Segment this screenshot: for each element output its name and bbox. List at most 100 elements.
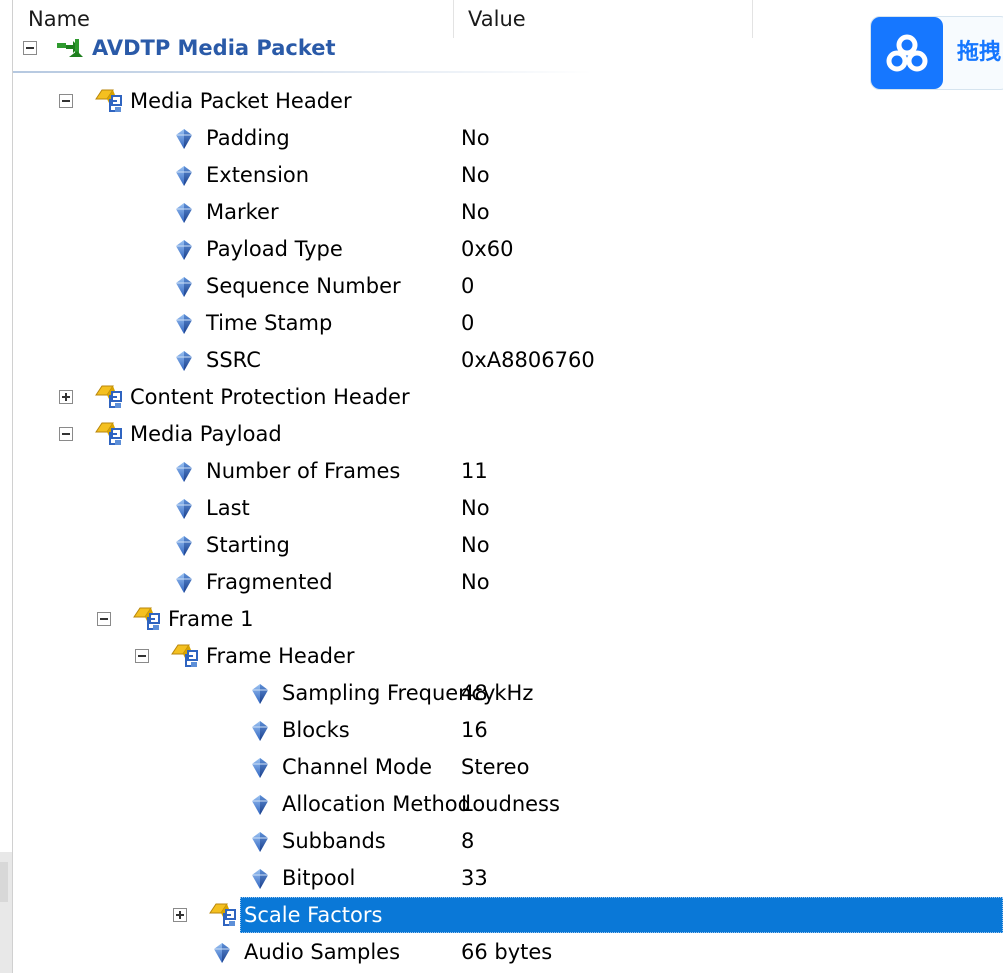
tree-field-icon	[212, 942, 232, 968]
tree-node-field[interactable]: Sequence Number 0	[13, 268, 1003, 305]
left-panel-edge	[0, 0, 13, 973]
tree-node-field[interactable]: Payload Type 0x60	[13, 231, 1003, 268]
tree-label: Time Stamp	[206, 311, 333, 335]
tree-field-icon	[250, 757, 270, 783]
tree-node-field[interactable]: Fragmented No	[13, 564, 1003, 601]
tree-node-field[interactable]: Bitpool 33	[13, 860, 1003, 897]
tree-value: 8	[461, 829, 475, 853]
tree-node-field[interactable]: Allocation Method Loudness	[13, 786, 1003, 823]
collapse-toggle[interactable]	[135, 649, 149, 663]
tree-node-field[interactable]: Last No	[13, 490, 1003, 527]
tree-node-field[interactable]: Channel Mode Stereo	[13, 749, 1003, 786]
tree-label: Padding	[206, 126, 290, 150]
tree-label: Blocks	[282, 718, 350, 742]
tree-label: Frame 1	[168, 607, 254, 631]
tree-node-field[interactable]: Starting No	[13, 527, 1003, 564]
tree-field-icon	[174, 239, 194, 265]
expand-toggle[interactable]	[173, 908, 187, 922]
tree-value: 48 kHz	[461, 681, 534, 705]
tree-node-field[interactable]: Number of Frames 11	[13, 453, 1003, 490]
tree-label: Sequence Number	[206, 274, 401, 298]
tree-field-icon	[174, 498, 194, 524]
tree-group-icon	[93, 87, 125, 117]
tree-label: Media Packet Header	[130, 89, 352, 113]
tree-label: Starting	[206, 533, 290, 557]
tree-value: No	[461, 163, 490, 187]
tree-root-avdtp[interactable]: AVDTP Media Packet	[13, 30, 1003, 67]
tree-field-icon	[174, 128, 194, 154]
tree-node-field[interactable]: Sampling Frequency 48 kHz	[13, 675, 1003, 712]
tree-label: Allocation Method	[282, 792, 471, 816]
root-underline	[13, 71, 593, 73]
tree-field-icon	[174, 461, 194, 487]
tree-value: 0	[461, 311, 475, 335]
tree-field-icon	[174, 535, 194, 561]
tree-label: Bitpool	[282, 866, 356, 890]
tree-field-icon	[250, 683, 270, 709]
tree-label: Scale Factors	[244, 903, 383, 927]
tree-label: AVDTP Media Packet	[92, 36, 336, 60]
tree-group-icon	[93, 383, 125, 413]
collapse-toggle[interactable]	[59, 427, 73, 441]
tree-group-icon	[207, 901, 239, 931]
tree-node-field[interactable]: Blocks 16	[13, 712, 1003, 749]
tree-field-icon	[174, 572, 194, 598]
collapse-toggle[interactable]	[23, 41, 37, 55]
tree-value: 16	[461, 718, 488, 742]
tree-node-group[interactable]: Content Protection Header	[13, 379, 1003, 416]
tree-field-icon	[250, 794, 270, 820]
tree-label: Fragmented	[206, 570, 333, 594]
tree-value: No	[461, 496, 490, 520]
tree-label: Marker	[206, 200, 279, 224]
tree-label: Channel Mode	[282, 755, 433, 779]
tree-value: 0xA8806760	[461, 348, 595, 372]
tree-node-field[interactable]: Extension No	[13, 157, 1003, 194]
left-panel-scroll-thumb[interactable]	[0, 862, 8, 902]
tree-group-icon	[169, 642, 201, 672]
tree-node-field[interactable]: Audio Samples 66 bytes	[13, 934, 1003, 971]
tree-field-icon	[250, 831, 270, 857]
tree-label: Content Protection Header	[130, 385, 410, 409]
tree-label: Payload Type	[206, 237, 343, 261]
collapse-toggle[interactable]	[59, 94, 73, 108]
tree-field-icon	[174, 276, 194, 302]
tree-value: No	[461, 533, 490, 557]
tree-value: Loudness	[461, 792, 560, 816]
expand-toggle[interactable]	[59, 390, 73, 404]
tree-node-field[interactable]: SSRC 0xA8806760	[13, 342, 1003, 379]
tree-label: SSRC	[206, 348, 261, 372]
tree-node-field[interactable]: Subbands 8	[13, 823, 1003, 860]
tree-value: No	[461, 570, 490, 594]
tree-field-icon	[174, 350, 194, 376]
tree-value: 11	[461, 459, 488, 483]
tree-group-icon	[93, 420, 125, 450]
tree-node-group[interactable]: Media Payload	[13, 416, 1003, 453]
packet-arrow-icon	[57, 39, 83, 57]
tree-field-icon	[174, 202, 194, 228]
tree-label: Media Payload	[130, 422, 282, 446]
tree-value: No	[461, 126, 490, 150]
tree-node-field[interactable]: Padding No	[13, 120, 1003, 157]
tree-value: 33	[461, 866, 488, 890]
tree-node-field[interactable]: Time Stamp 0	[13, 305, 1003, 342]
tree-group-icon	[131, 605, 163, 635]
tree-node-group[interactable]: Frame Header	[13, 638, 1003, 675]
tree-node-field[interactable]: Marker No	[13, 194, 1003, 231]
tree-node-group[interactable]: Media Packet Header	[13, 83, 1003, 120]
tree-value: Stereo	[461, 755, 530, 779]
tree-node-group[interactable]: Scale Factors	[13, 897, 1003, 934]
tree-field-icon	[174, 313, 194, 339]
tree-value: 0x60	[461, 237, 514, 261]
tree-field-icon	[174, 165, 194, 191]
tree-field-icon	[250, 720, 270, 746]
tree-label: Audio Samples	[244, 940, 401, 964]
tree-label: Extension	[206, 163, 310, 187]
tree-label: Last	[206, 496, 250, 520]
tree-field-icon	[250, 868, 270, 894]
tree-label: Subbands	[282, 829, 386, 853]
tree-value: 0	[461, 274, 475, 298]
tree-value: No	[461, 200, 490, 224]
tree-node-group[interactable]: Frame 1	[13, 601, 1003, 638]
collapse-toggle[interactable]	[97, 612, 111, 626]
tree-value: 66 bytes	[461, 940, 553, 964]
